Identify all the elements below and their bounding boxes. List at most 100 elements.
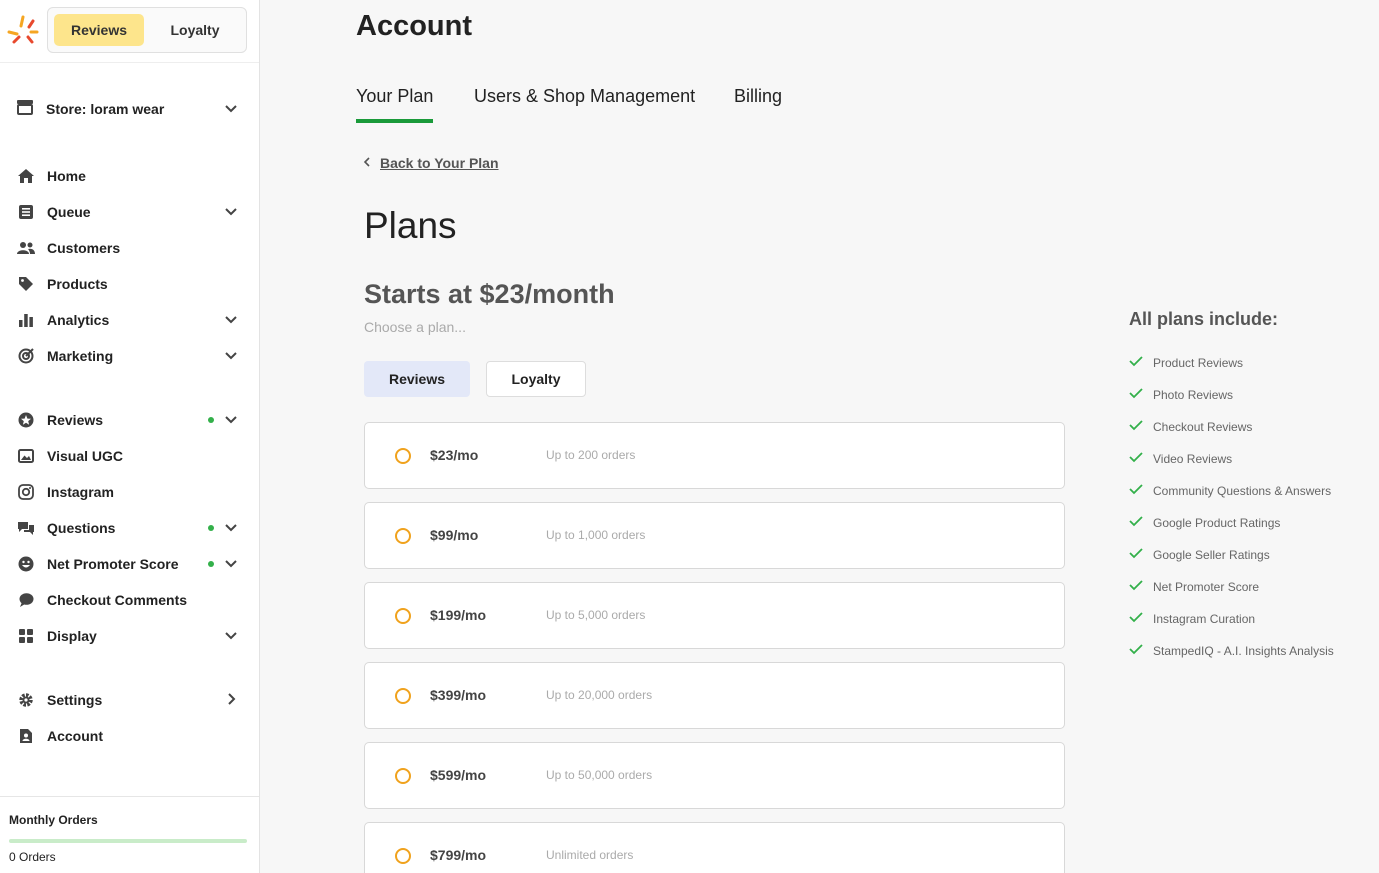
feature-label: Product Reviews: [1153, 356, 1244, 370]
store-icon: [16, 99, 34, 120]
sidebar-item-customers[interactable]: Customers: [16, 234, 244, 262]
comment-icon: [16, 590, 36, 610]
sidebar-item-queue[interactable]: Queue: [16, 198, 244, 226]
store-selector[interactable]: Store: loram wear: [16, 94, 244, 124]
plan-option[interactable]: $799/mo Unlimited orders: [364, 822, 1065, 873]
sidebar-item-settings[interactable]: Settings: [16, 686, 244, 714]
plan-price: $799/mo: [430, 847, 487, 863]
plan-order-limit: Up to 50,000 orders: [546, 768, 653, 782]
status-dot: [208, 525, 214, 531]
sidebar-item-marketing[interactable]: Marketing: [16, 342, 244, 370]
plan-option[interactable]: $399/mo Up to 20,000 orders: [364, 662, 1065, 729]
tab-users-shop-management[interactable]: Users & Shop Management: [474, 86, 695, 107]
sidebar-item-label: Home: [47, 168, 86, 184]
chevron-down-icon[interactable]: [224, 412, 238, 431]
feature-label: Google Product Ratings: [1153, 516, 1281, 530]
feature-label: Net Promoter Score: [1153, 580, 1260, 594]
radio-button[interactable]: [395, 688, 411, 704]
target-icon: [16, 346, 36, 366]
sidebar-item-account[interactable]: Account: [16, 722, 244, 750]
plan-type-loyalty-button[interactable]: Loyalty: [486, 361, 586, 397]
feature-label: Checkout Reviews: [1153, 420, 1253, 434]
radio-button[interactable]: [395, 768, 411, 784]
sidebar-item-label: Checkout Comments: [47, 592, 188, 608]
sidebar-item-label: Questions: [47, 520, 116, 536]
check-icon: [1129, 610, 1143, 628]
instagram-icon: [16, 482, 36, 502]
app-switcher: Reviews Loyalty: [47, 7, 247, 53]
back-to-plan-link[interactable]: Back to Your Plan: [363, 155, 499, 171]
chevron-down-icon: [224, 101, 238, 120]
tab-billing[interactable]: Billing: [734, 86, 782, 107]
included-feature: Community Questions & Answers: [1129, 482, 1331, 500]
feature-label: StampedIQ - A.I. Insights Analysis: [1153, 644, 1334, 658]
sidebar-item-label: Analytics: [47, 312, 110, 328]
check-icon: [1129, 578, 1143, 596]
plan-option[interactable]: $23/mo Up to 200 orders: [364, 422, 1065, 489]
sidebar-item-home[interactable]: Home: [16, 162, 244, 190]
included-feature: Google Product Ratings: [1129, 514, 1280, 532]
list-icon: [16, 202, 36, 222]
chevron-down-icon[interactable]: [224, 312, 238, 331]
sidebar-item-products[interactable]: Products: [16, 270, 244, 298]
smile-icon: [16, 554, 36, 574]
check-icon: [1129, 514, 1143, 532]
plan-order-limit: Up to 200 orders: [546, 448, 636, 462]
feature-label: Video Reviews: [1153, 452, 1233, 466]
sidebar-item-label: Marketing: [47, 348, 114, 364]
chevron-right-icon[interactable]: [224, 692, 238, 711]
chevron-down-icon[interactable]: [224, 556, 238, 575]
tab-your-plan[interactable]: Your Plan: [356, 86, 433, 107]
plan-order-limit: Up to 20,000 orders: [546, 688, 653, 702]
page-title: Account: [356, 10, 472, 42]
chevron-down-icon[interactable]: [224, 204, 238, 223]
included-feature: StampedIQ - A.I. Insights Analysis: [1129, 642, 1334, 660]
feature-label: Instagram Curation: [1153, 612, 1256, 626]
chat-bubbles-icon: [16, 518, 36, 538]
sidebar-item-display[interactable]: Display: [16, 622, 244, 650]
sidebar-item-analytics[interactable]: Analytics: [16, 306, 244, 334]
plan-type-reviews-button[interactable]: Reviews: [364, 361, 470, 397]
chevron-down-icon[interactable]: [224, 520, 238, 539]
status-dot: [208, 417, 214, 423]
radio-button[interactable]: [395, 448, 411, 464]
sidebar: Reviews Loyalty Store: loram wear Home Q…: [0, 0, 260, 873]
sidebar-item-nps[interactable]: Net Promoter Score: [16, 550, 244, 578]
plans-starting-price: Starts at $23/month: [364, 279, 615, 309]
sidebar-item-reviews[interactable]: Reviews: [16, 406, 244, 434]
chevron-down-icon[interactable]: [224, 348, 238, 367]
feature-label: Google Seller Ratings: [1153, 548, 1270, 562]
sidebar-item-checkout-comments[interactable]: Checkout Comments: [16, 586, 244, 614]
sidebar-item-instagram[interactable]: Instagram: [16, 478, 244, 506]
star-circle-icon: [16, 410, 36, 430]
plan-price: $99/mo: [430, 527, 479, 543]
plan-option[interactable]: $599/mo Up to 50,000 orders: [364, 742, 1065, 809]
plan-option[interactable]: $199/mo Up to 5,000 orders: [364, 582, 1065, 649]
home-icon: [16, 166, 36, 186]
monthly-orders-title: Monthly Orders: [9, 813, 98, 827]
radio-button[interactable]: [395, 608, 411, 624]
includes-title: All plans include:: [1129, 309, 1279, 329]
radio-button[interactable]: [395, 848, 411, 864]
sidebar-item-label: Products: [47, 276, 108, 292]
feature-label: Photo Reviews: [1153, 388, 1234, 402]
active-tab-indicator: [356, 119, 433, 123]
check-icon: [1129, 354, 1143, 372]
sidebar-divider: [0, 62, 259, 63]
sidebar-item-label: Queue: [47, 204, 91, 220]
plan-option[interactable]: $99/mo Up to 1,000 orders: [364, 502, 1065, 569]
check-icon: [1129, 482, 1143, 500]
check-icon: [1129, 642, 1143, 660]
monthly-orders-progress: [9, 839, 247, 843]
reviews-app-button[interactable]: Reviews: [54, 14, 144, 46]
sidebar-item-questions[interactable]: Questions: [16, 514, 244, 542]
chevron-down-icon[interactable]: [224, 628, 238, 647]
radio-button[interactable]: [395, 528, 411, 544]
loyalty-app-button[interactable]: Loyalty: [148, 14, 242, 46]
check-icon: [1129, 546, 1143, 564]
included-feature: Google Seller Ratings: [1129, 546, 1270, 564]
stamped-logo[interactable]: [6, 14, 40, 46]
sidebar-item-label: Display: [47, 628, 97, 644]
included-feature: Video Reviews: [1129, 450, 1232, 468]
sidebar-item-visual-ugc[interactable]: Visual UGC: [16, 442, 244, 470]
